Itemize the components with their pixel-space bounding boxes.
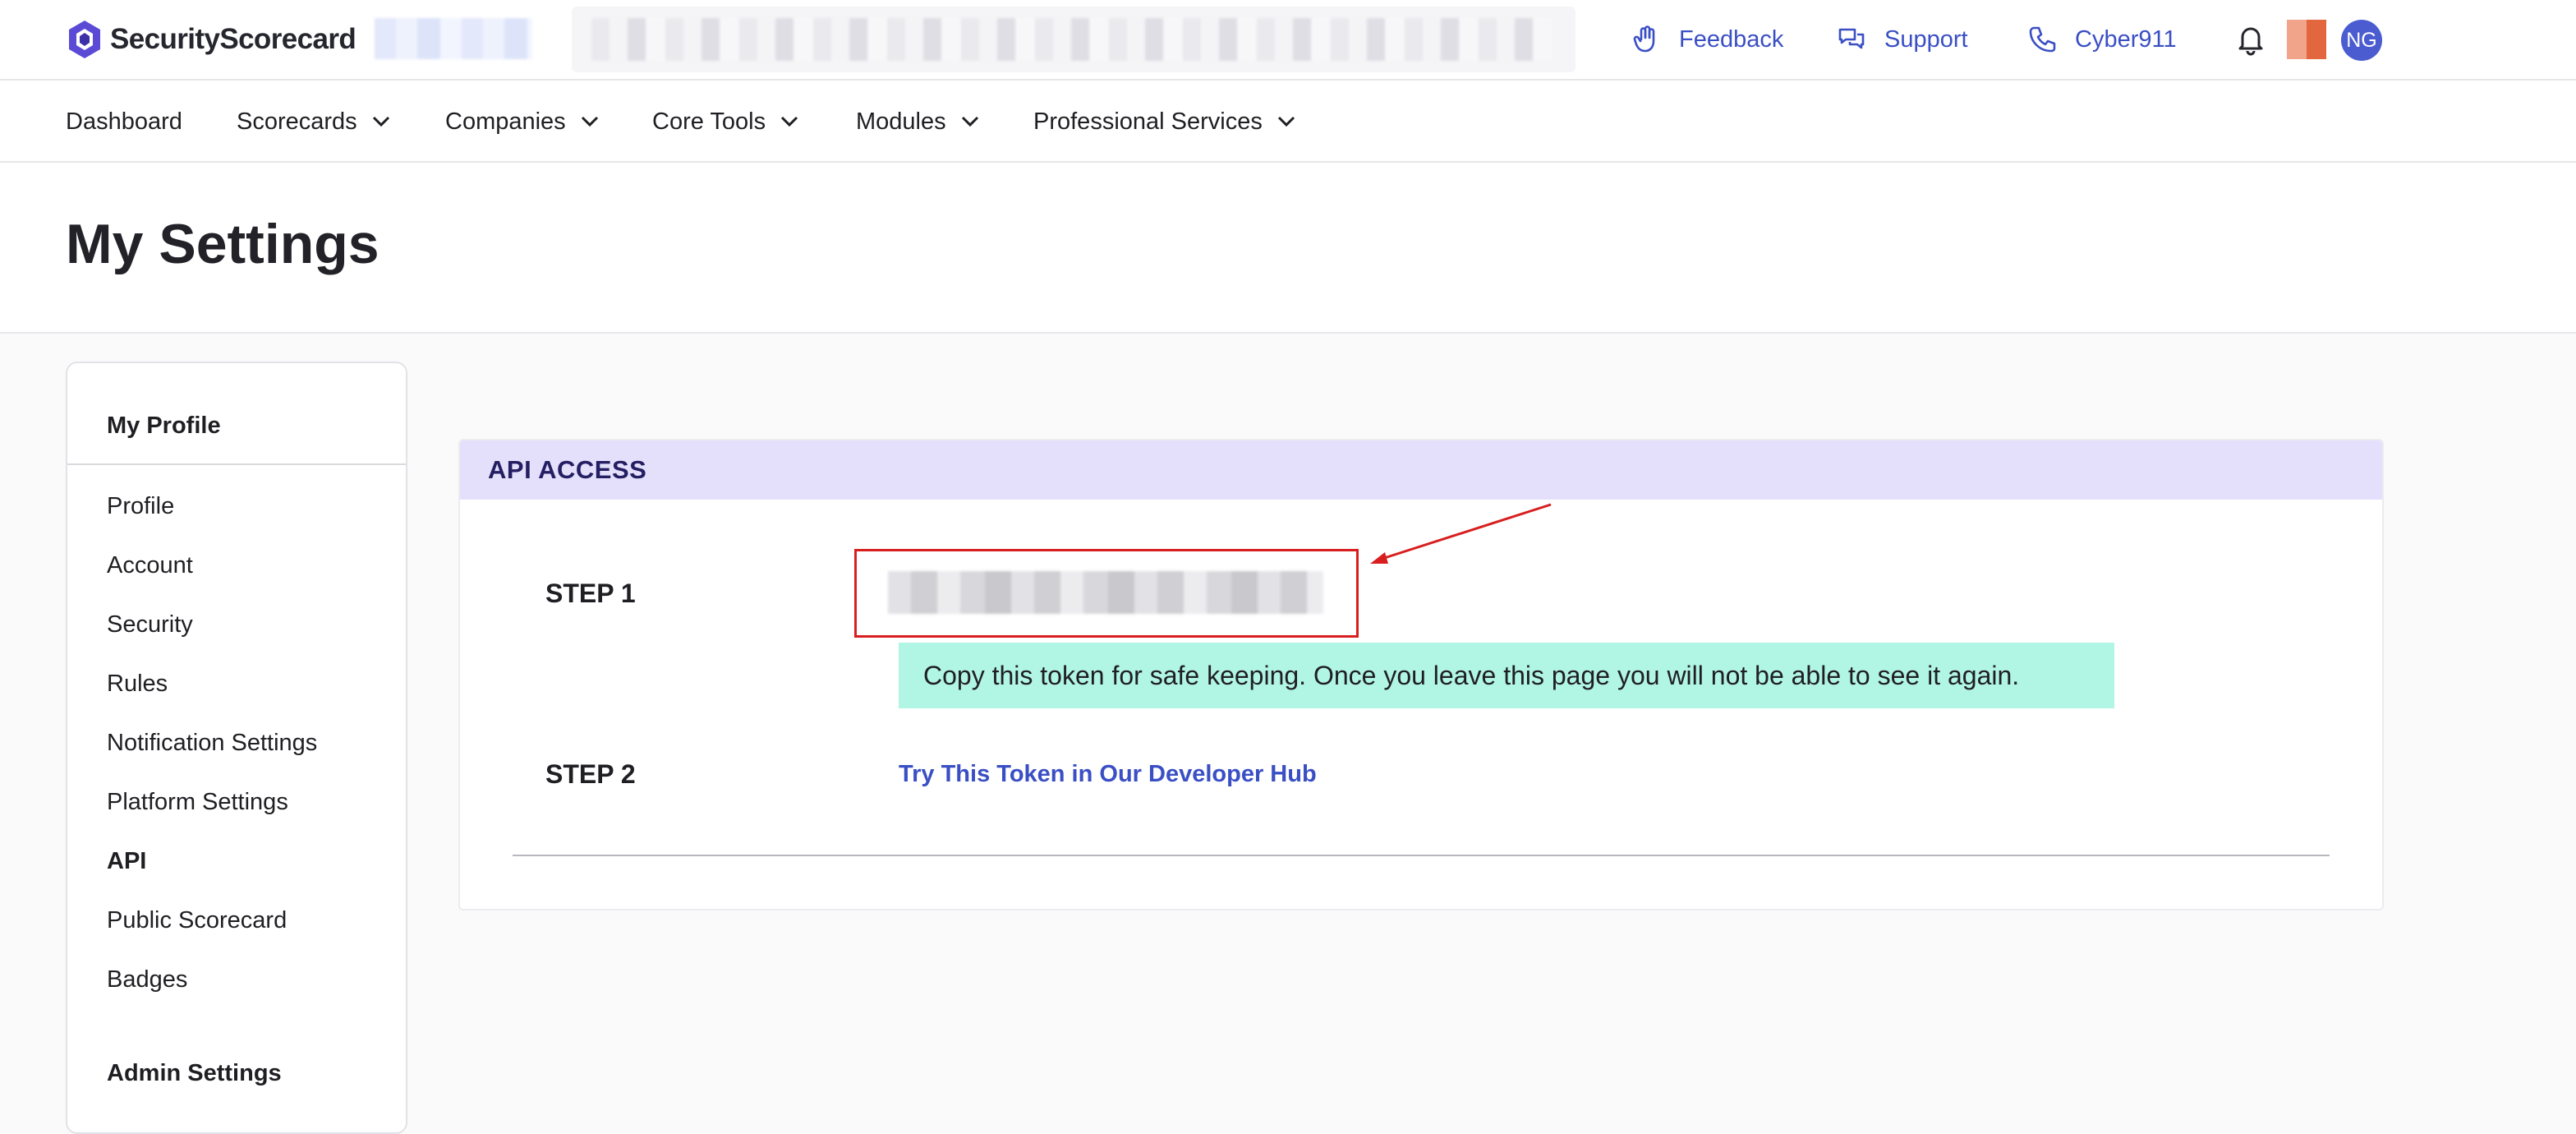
sidebar-divider — [67, 463, 406, 465]
bell-icon[interactable] — [2236, 23, 2266, 56]
nav-dashboard-label: Dashboard — [66, 108, 182, 135]
nav-professional-services-label: Professional Services — [1033, 108, 1263, 135]
sidebar-item-notification-settings[interactable]: Notification Settings — [107, 730, 317, 757]
cyber911-label: Cyber911 — [2075, 25, 2177, 53]
chat-bubbles-icon — [1838, 28, 1865, 49]
nav-modules-label: Modules — [856, 108, 946, 135]
scorecard-logo-icon — [69, 21, 100, 58]
token-warning-text: Copy this token for safe keeping. Once y… — [923, 660, 2020, 690]
user-avatar[interactable]: NG — [2341, 20, 2382, 61]
feedback-label: Feedback — [1679, 25, 1784, 53]
settings-sidebar: My Profile Profile Account Security Rule… — [66, 362, 407, 1134]
card-divider — [513, 855, 2330, 856]
nav-companies[interactable]: Companies — [445, 105, 599, 138]
cyber911-link[interactable]: Cyber911 — [2027, 21, 2177, 58]
organization-switcher[interactable] — [375, 18, 532, 59]
chevron-down-icon — [781, 116, 798, 127]
nav-companies-label: Companies — [445, 108, 566, 135]
annotation-arrow-icon — [1370, 503, 1552, 564]
organization-avatar[interactable] — [2287, 20, 2326, 59]
sidebar-section-admin-settings: Admin Settings — [107, 1060, 282, 1086]
main-navigation: Dashboard Scorecards Companies Core Tool… — [0, 81, 2576, 163]
support-link[interactable]: Support — [1837, 21, 1968, 58]
search-input[interactable] — [572, 7, 1576, 72]
chevron-down-icon — [372, 116, 389, 127]
nav-professional-services[interactable]: Professional Services — [1033, 105, 1295, 138]
sidebar-item-account[interactable]: Account — [107, 552, 193, 579]
page-title: My Settings — [66, 213, 380, 275]
sidebar-section-my-profile: My Profile — [107, 413, 221, 439]
sidebar-item-profile[interactable]: Profile — [107, 493, 174, 520]
support-label: Support — [1884, 25, 1968, 53]
sidebar-item-security[interactable]: Security — [107, 611, 193, 638]
sidebar-item-rules[interactable]: Rules — [107, 671, 168, 698]
token-warning-message: Copy this token for safe keeping. Once y… — [899, 643, 2114, 708]
nav-dashboard[interactable]: Dashboard — [66, 105, 182, 138]
chevron-down-icon — [1277, 116, 1295, 127]
brand-logo[interactable]: SecurityScorecard — [66, 18, 356, 61]
developer-hub-link[interactable]: Try This Token in Our Developer Hub — [899, 761, 1317, 788]
nav-core-tools[interactable]: Core Tools — [652, 105, 798, 138]
brand-name: SecurityScorecard — [110, 23, 356, 55]
hand-icon — [1633, 25, 1655, 53]
nav-scorecards-label: Scorecards — [237, 108, 357, 135]
chevron-down-icon — [961, 116, 978, 127]
chevron-down-icon — [581, 116, 598, 127]
sidebar-item-platform-settings[interactable]: Platform Settings — [107, 789, 288, 816]
api-access-title: API ACCESS — [488, 455, 647, 484]
feedback-link[interactable]: Feedback — [1631, 21, 1783, 58]
top-bar: SecurityScorecard Feedback Support Cyber… — [0, 0, 2576, 81]
nav-core-tools-label: Core Tools — [652, 108, 766, 135]
api-access-header: API ACCESS — [460, 440, 2382, 500]
api-token-field[interactable] — [854, 549, 1359, 638]
sidebar-item-badges[interactable]: Badges — [107, 966, 187, 993]
api-token-value-redacted — [888, 571, 1323, 614]
sidebar-item-api[interactable]: API — [107, 848, 146, 875]
phone-icon — [2029, 26, 2056, 53]
nav-modules[interactable]: Modules — [856, 105, 979, 138]
step-1-label: STEP 1 — [545, 579, 636, 608]
step-2-label: STEP 2 — [545, 759, 636, 789]
page-header: My Settings — [0, 163, 2576, 334]
nav-scorecards[interactable]: Scorecards — [237, 105, 390, 138]
search-placeholder-redacted — [591, 18, 1552, 61]
sidebar-item-public-scorecard[interactable]: Public Scorecard — [107, 907, 287, 934]
